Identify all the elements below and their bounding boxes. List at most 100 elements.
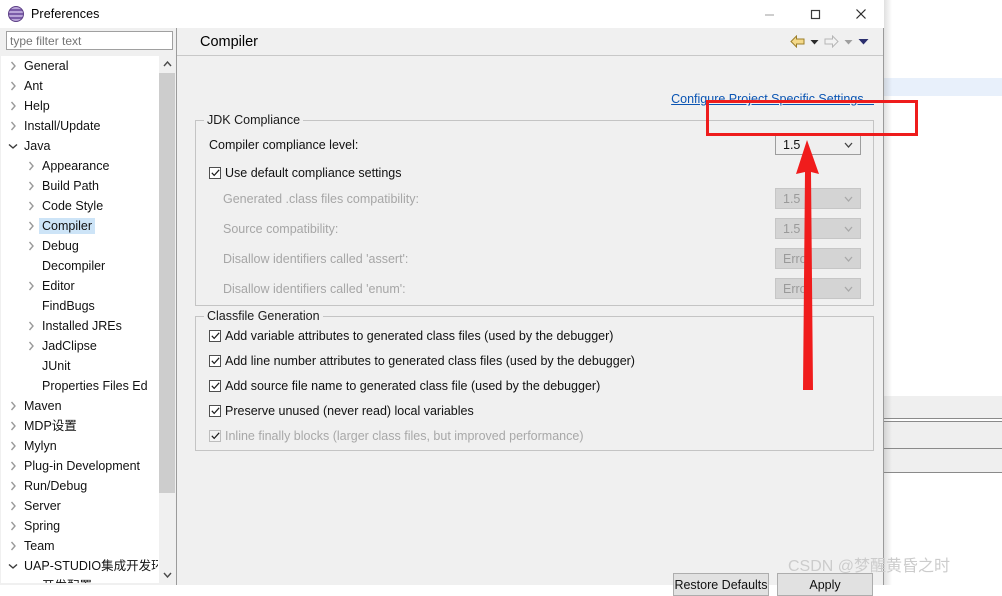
chevron-right-icon[interactable]	[23, 316, 39, 336]
chevron-right-icon[interactable]	[5, 96, 21, 116]
chevron-right-icon[interactable]	[23, 336, 39, 356]
chevron-down-icon	[844, 39, 853, 45]
chevron-right-icon[interactable]	[5, 536, 21, 556]
chevron-down-icon	[844, 142, 853, 148]
checkbox-row-0[interactable]: Add variable attributes to generated cla…	[209, 326, 613, 346]
tree-item-install-update[interactable]: Install/Update	[1, 116, 158, 136]
scroll-up-icon[interactable]	[159, 56, 175, 72]
forward-arrow-icon	[824, 35, 839, 48]
tree-item-[interactable]: 开发配置	[1, 576, 158, 583]
chevron-right-icon[interactable]	[5, 396, 21, 416]
tree-item-label: Appearance	[39, 158, 112, 174]
compliance-level-select[interactable]: 1.5	[775, 134, 861, 155]
row-disallow-identifiers-called-enum: Disallow identifiers called 'enum':	[209, 278, 861, 300]
checkbox-icon	[209, 405, 221, 417]
tree-item-debug[interactable]: Debug	[1, 236, 158, 256]
scroll-down-icon[interactable]	[159, 567, 175, 583]
checkbox-row-2[interactable]: Add source file name to generated class …	[209, 376, 600, 396]
background-divider	[884, 418, 1002, 419]
tree-item-spring[interactable]: Spring	[1, 516, 158, 536]
tree-item-code-style[interactable]: Code Style	[1, 196, 158, 216]
chevron-right-icon[interactable]	[23, 276, 39, 296]
tree-item-installed-jres[interactable]: Installed JREs	[1, 316, 158, 336]
chevron-down-icon[interactable]	[858, 38, 869, 45]
select-generated-class-files-compatibility: 1.5	[775, 188, 861, 209]
tree-item-label: Ant	[21, 78, 46, 94]
chevron-right-icon[interactable]	[23, 216, 39, 236]
tree-item-label: Spring	[21, 518, 63, 534]
checkbox-label: Add line number attributes to generated …	[225, 354, 635, 368]
tree-item-help[interactable]: Help	[1, 96, 158, 116]
tree-scrollbar[interactable]	[158, 56, 174, 583]
tree-item-label: Help	[21, 98, 53, 114]
tree-item-label: Mylyn	[21, 438, 60, 454]
chevron-right-icon[interactable]	[23, 156, 39, 176]
chevron-right-icon[interactable]	[5, 76, 21, 96]
checkbox-icon	[209, 380, 221, 392]
tree-item-appearance[interactable]: Appearance	[1, 156, 158, 176]
tree-item-general[interactable]: General	[1, 56, 158, 76]
maximize-icon[interactable]	[792, 0, 838, 28]
chevron-right-icon[interactable]	[5, 436, 21, 456]
tree-item-compiler[interactable]: Compiler	[1, 216, 158, 236]
checkbox-row-3[interactable]: Preserve unused (never read) local varia…	[209, 401, 474, 421]
tree-item-maven[interactable]: Maven	[1, 396, 158, 416]
background-divider	[884, 472, 1002, 473]
tree-item-properties-files-ed[interactable]: Properties Files Ed	[1, 376, 158, 396]
tree-item-label: 开发配置	[39, 578, 95, 583]
tree-item-label: Compiler	[39, 218, 95, 234]
tree-item-build-path[interactable]: Build Path	[1, 176, 158, 196]
scrollbar-thumb[interactable]	[159, 73, 175, 493]
background-highlight-row	[884, 78, 1002, 96]
use-default-compliance-label: Use default compliance settings	[225, 166, 401, 180]
chevron-right-icon[interactable]	[5, 496, 21, 516]
tree-item-mdp[interactable]: MDP设置	[1, 416, 158, 436]
label-generated-class-files-compatibility: Generated .class files compatibility:	[209, 192, 419, 206]
chevron-down-icon	[844, 226, 853, 232]
row-disallow-identifiers-called-assert: Disallow identifiers called 'assert':	[209, 248, 861, 270]
chevron-right-icon[interactable]	[5, 116, 21, 136]
filter-field-wrapper	[6, 31, 173, 50]
back-arrow-icon[interactable]	[790, 35, 805, 48]
tree-item-editor[interactable]: Editor	[1, 276, 158, 296]
tree-item-ant[interactable]: Ant	[1, 76, 158, 96]
tree-item-label: Team	[21, 538, 58, 554]
tree-item-label: Plug-in Development	[21, 458, 143, 474]
tree-item-run-debug[interactable]: Run/Debug	[1, 476, 158, 496]
chevron-down-icon[interactable]	[5, 136, 21, 156]
background-band	[884, 422, 1002, 448]
tree-item-label: Decompiler	[39, 258, 108, 274]
chevron-right-icon[interactable]	[5, 56, 21, 76]
chevron-right-icon[interactable]	[5, 476, 21, 496]
configure-project-specific-settings-link[interactable]: Configure Project Specific Settings...	[671, 92, 874, 106]
chevron-right-icon[interactable]	[23, 196, 39, 216]
tree-item-uap-studio[interactable]: UAP-STUDIO集成开发环	[1, 556, 158, 576]
tree-item-java[interactable]: Java	[1, 136, 158, 156]
tree-item-mylyn[interactable]: Mylyn	[1, 436, 158, 456]
chevron-down-icon[interactable]	[810, 39, 819, 45]
tree-item-decompiler[interactable]: Decompiler	[1, 256, 158, 276]
tree-item-findbugs[interactable]: FindBugs	[1, 296, 158, 316]
tree-item-team[interactable]: Team	[1, 536, 158, 556]
compliance-level-value: 1.5	[776, 138, 800, 152]
dialog-title: Preferences	[31, 7, 100, 21]
use-default-compliance-checkbox[interactable]: Use default compliance settings	[209, 163, 401, 183]
checkbox-row-1[interactable]: Add line number attributes to generated …	[209, 351, 635, 371]
chevron-right-icon[interactable]	[23, 236, 39, 256]
search-input[interactable]	[6, 31, 173, 50]
header-divider	[177, 55, 883, 56]
close-icon[interactable]	[838, 0, 884, 28]
tree-item-plug-in-development[interactable]: Plug-in Development	[1, 456, 158, 476]
chevron-right-icon[interactable]	[5, 516, 21, 536]
tree-item-junit[interactable]: JUnit	[1, 356, 158, 376]
preferences-tree[interactable]: General Ant Help Install/UpdateJava Appearan…	[1, 56, 158, 583]
minimize-icon[interactable]	[746, 0, 792, 28]
chevron-right-icon[interactable]	[5, 416, 21, 436]
tree-item-label: Build Path	[39, 178, 102, 194]
chevron-right-icon[interactable]	[5, 456, 21, 476]
checkbox-label: Preserve unused (never read) local varia…	[225, 404, 474, 418]
tree-item-jadclipse[interactable]: JadClipse	[1, 336, 158, 356]
tree-item-server[interactable]: Server	[1, 496, 158, 516]
chevron-down-icon[interactable]	[5, 556, 21, 576]
chevron-right-icon[interactable]	[23, 176, 39, 196]
